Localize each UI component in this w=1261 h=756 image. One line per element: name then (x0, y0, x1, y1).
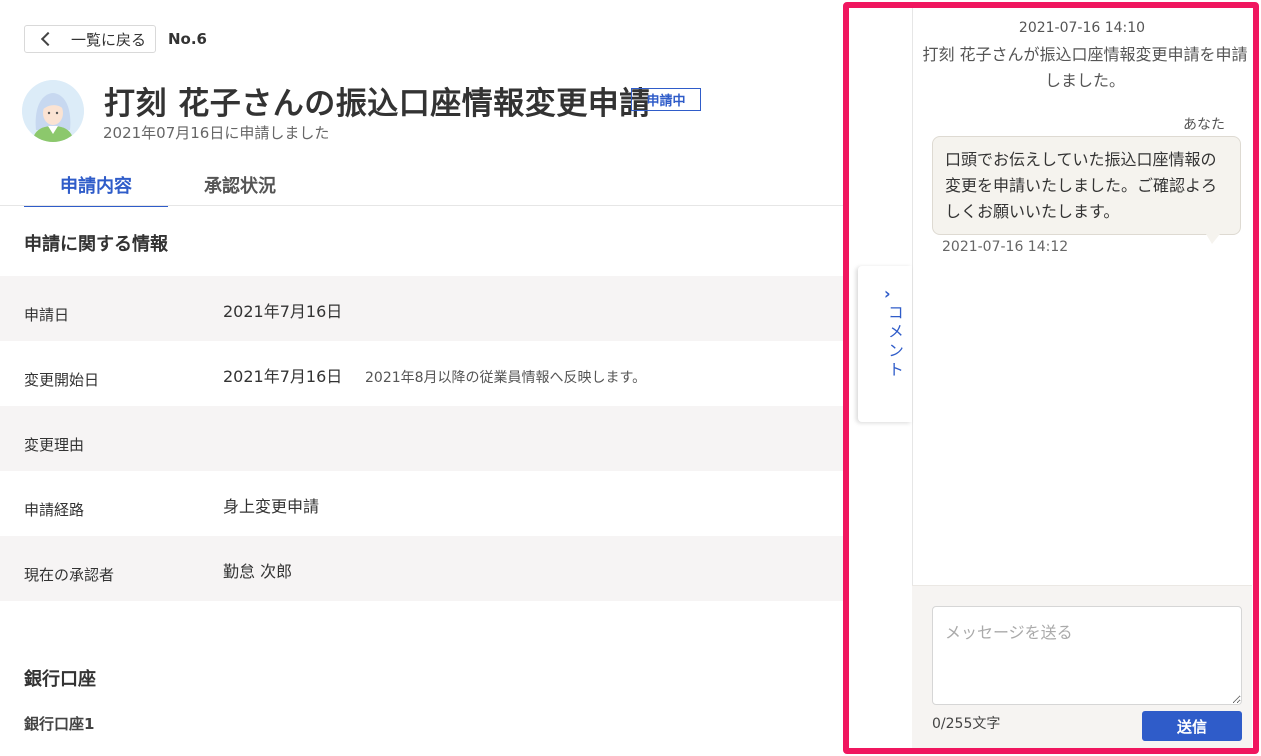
tab-approval-status[interactable]: 承認状況 (168, 172, 312, 205)
row-value: 2021年7月16日 (223, 302, 343, 321)
info-row-route: 申請経路 身上変更申請 (0, 471, 845, 536)
info-row-application-date: 申請日 2021年7月16日 (0, 276, 845, 341)
system-message: 打刻 花子さんが振込口座情報変更申請を申請しました。 (922, 45, 1248, 90)
message-bubble: 口頭でお伝えしていた振込口座情報の変更を申請いたしました。ご確認よろしくお願いい… (932, 136, 1241, 235)
row-label: 現在の承認者 (24, 566, 115, 584)
back-to-list-button[interactable]: 一覧に戻る (24, 25, 156, 53)
message-sender: あなた (1183, 117, 1225, 133)
info-row-change-reason: 変更理由 (0, 406, 845, 471)
bank-section-title: 銀行口座 (24, 669, 96, 690)
info-row-change-start-date: 変更開始日 2021年7月16日 2021年8月以降の従業員情報へ反映します。 (0, 341, 845, 406)
avatar (22, 80, 84, 142)
submitted-date-text: 2021年07月16日に申請しました (103, 124, 330, 142)
comment-tab-label: コメント (885, 304, 904, 380)
back-button-label: 一覧に戻る (71, 30, 147, 49)
row-label: 申請経路 (24, 501, 85, 519)
system-message-time: 2021-07-16 14:10 (1018, 20, 1146, 36)
comment-toggle-tab[interactable]: › コメント (858, 266, 912, 422)
row-label: 変更理由 (24, 436, 85, 454)
message-input[interactable] (932, 606, 1242, 705)
row-label: 変更開始日 (24, 371, 100, 389)
message-time: 2021-07-16 14:12 (942, 239, 1069, 255)
section-title: 申請に関する情報 (24, 234, 168, 255)
tab-request-details[interactable]: 申請内容 (24, 172, 168, 207)
row-note: 2021年8月以降の従業員情報へ反映します。 (365, 370, 647, 386)
send-button[interactable]: 送信 (1142, 711, 1242, 741)
row-label: 申請日 (24, 306, 70, 324)
row-value: 勤怠 次郎 (223, 562, 293, 581)
tab-divider (0, 205, 845, 206)
info-row-current-approver: 現在の承認者 勤怠 次郎 (0, 536, 845, 601)
row-value: 身上変更申請 (223, 497, 320, 516)
row-value: 2021年7月16日 (223, 367, 343, 386)
request-number: No.6 (168, 30, 207, 48)
bank-account-subtitle: 銀行口座1 (24, 715, 95, 733)
user-avatar-icon (22, 80, 84, 142)
char-counter: 0/255文字 (932, 716, 1001, 732)
chevron-right-icon: › (884, 284, 891, 303)
bubble-tail (1206, 234, 1220, 244)
chevron-left-icon (40, 31, 56, 47)
status-badge: 申請中 (631, 88, 701, 111)
page-title: 打刻 花子さんの振込口座情報変更申請 (104, 86, 651, 122)
